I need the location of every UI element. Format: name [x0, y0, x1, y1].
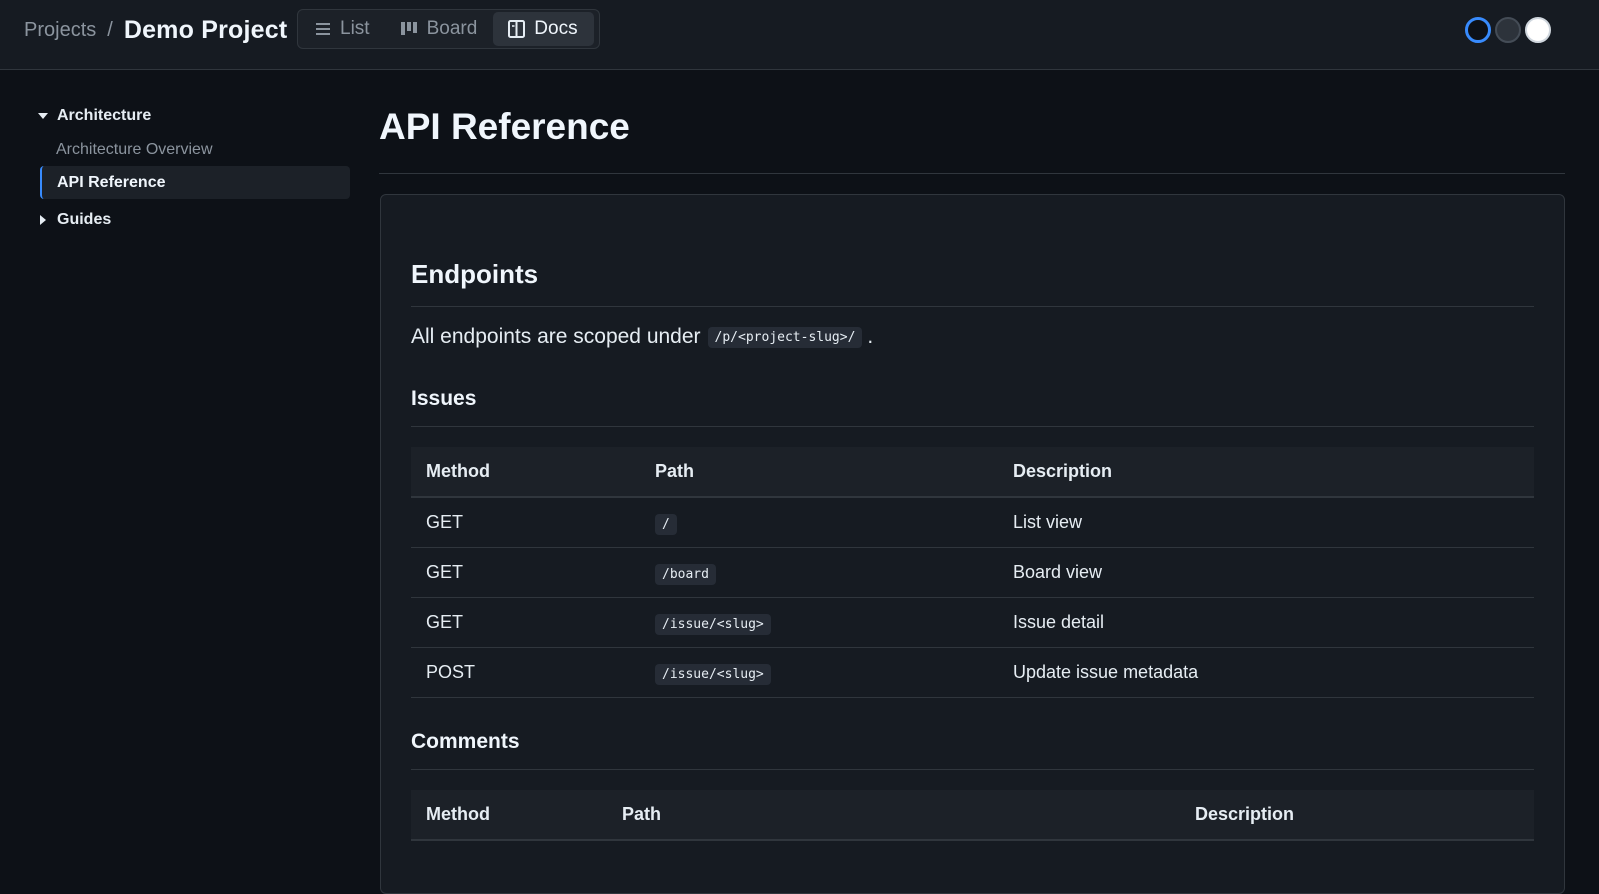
description-cell: List view — [998, 497, 1534, 548]
sidebar-group-architecture[interactable]: Architecture — [30, 100, 350, 132]
table-row: GET / List view — [411, 497, 1534, 548]
method-cell: GET — [411, 497, 640, 548]
theme-switcher — [1465, 16, 1551, 44]
sidebar-group-label: Architecture — [57, 107, 152, 124]
sidebar-group-guides[interactable]: Guides — [30, 204, 350, 236]
issues-table: Method Path Description GET / List view … — [411, 447, 1534, 698]
column-header: Path — [607, 790, 1180, 841]
subheading-divider — [411, 426, 1534, 427]
tab-board-label: Board — [426, 18, 478, 39]
column-header: Method — [411, 447, 640, 498]
method-cell: GET — [411, 547, 640, 598]
table-row: POST /issue/<slug> Update issue metadata — [411, 647, 1534, 698]
breadcrumb-separator: / — [107, 18, 113, 41]
sidebar-group-label: Guides — [57, 211, 112, 228]
path-cell: /issue/<slug> — [640, 597, 998, 648]
path-cell: /issue/<slug> — [640, 647, 998, 698]
intro-code: /p/<project-slug>/ — [707, 326, 863, 348]
doc-content: API Reference Endpoints All endpoints ar… — [379, 100, 1565, 894]
path-code: / — [655, 513, 677, 535]
view-tabs: List Board Docs — [297, 9, 600, 49]
section-heading-endpoints: Endpoints — [411, 259, 539, 289]
board-icon — [400, 22, 417, 35]
description-cell: Update issue metadata — [998, 647, 1534, 698]
subheading-issues: Issues — [411, 387, 477, 410]
page-title: API Reference — [379, 106, 630, 147]
subheading-comments: Comments — [411, 730, 520, 753]
table-header-row: Method Path Description — [411, 790, 1534, 841]
column-header: Description — [1180, 790, 1534, 841]
section-divider — [411, 306, 1534, 307]
caret-down-icon — [32, 112, 54, 120]
tab-docs-label: Docs — [534, 18, 578, 39]
theme-dark-button[interactable] — [1465, 17, 1491, 43]
caret-right-icon — [32, 215, 54, 225]
doc-body-card: Endpoints All endpoints are scoped under… — [380, 194, 1565, 894]
top-bar: Projects / Demo Project List Board Docs — [0, 0, 1599, 70]
intro-paragraph: All endpoints are scoped under /p/<proje… — [411, 325, 873, 349]
subheading-divider — [411, 769, 1534, 770]
path-cell: / — [640, 497, 998, 548]
table-row: GET /board Board view — [411, 547, 1534, 598]
tab-list-label: List — [340, 18, 370, 39]
sidebar-item-api-reference[interactable]: API Reference — [40, 166, 350, 199]
intro-text: All endpoints are scoped under — [411, 325, 701, 348]
method-cell: POST — [411, 647, 640, 698]
docs-icon — [508, 20, 526, 38]
path-code: /issue/<slug> — [655, 663, 771, 685]
column-header: Method — [411, 790, 607, 841]
table-row: GET /issue/<slug> Issue detail — [411, 597, 1534, 648]
tab-list[interactable]: List — [300, 12, 386, 46]
description-cell: Board view — [998, 547, 1534, 598]
description-cell: Issue detail — [998, 597, 1534, 648]
comments-table: Method Path Description — [411, 790, 1534, 841]
breadcrumb: Projects / Demo Project — [24, 14, 287, 46]
tab-docs[interactable]: Docs — [493, 12, 594, 46]
project-name: Demo Project — [123, 15, 288, 44]
column-header: Description — [998, 447, 1534, 498]
column-header: Path — [640, 447, 998, 498]
docs-sidebar: Architecture Architecture Overview API R… — [30, 100, 350, 236]
intro-end: . — [867, 325, 874, 348]
table-header-row: Method Path Description — [411, 447, 1534, 498]
sidebar-item-architecture-overview[interactable]: Architecture Overview — [30, 133, 350, 166]
theme-light-button[interactable] — [1525, 17, 1551, 43]
path-code: /board — [655, 563, 716, 585]
path-cell: /board — [640, 547, 998, 598]
theme-dim-button[interactable] — [1495, 17, 1521, 43]
path-code: /issue/<slug> — [655, 613, 771, 635]
breadcrumb-projects-link[interactable]: Projects — [24, 19, 96, 42]
method-cell: GET — [411, 597, 640, 648]
tab-board[interactable]: Board — [386, 12, 494, 46]
list-icon — [316, 23, 330, 35]
title-divider — [379, 173, 1565, 174]
